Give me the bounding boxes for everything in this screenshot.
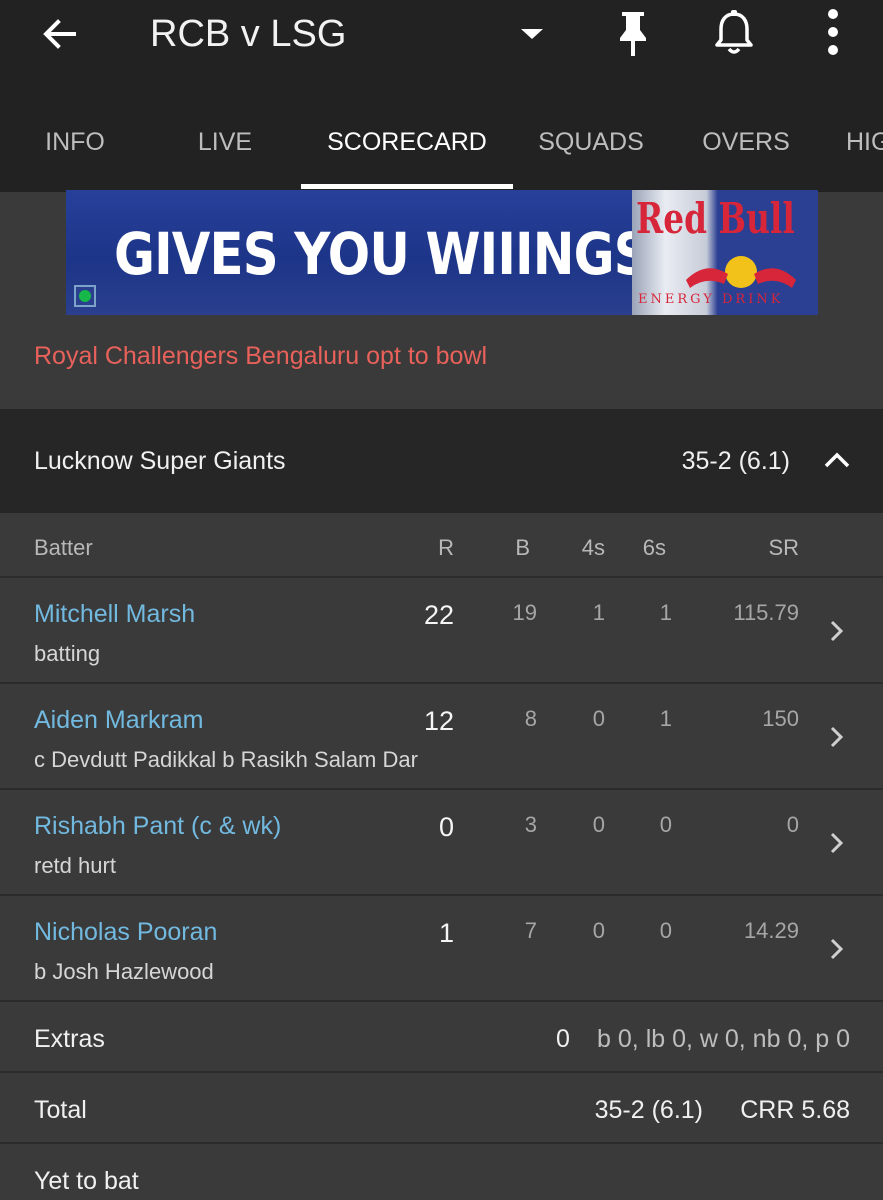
batter-fours: 0 xyxy=(592,918,605,943)
ad-brand: Red Bull xyxy=(636,194,795,243)
tab-live[interactable]: LIVE xyxy=(172,108,278,192)
current-run-rate: CRR 5.68 xyxy=(740,1096,850,1124)
batter-runs: 22 xyxy=(423,600,454,630)
chevron-right-icon[interactable] xyxy=(826,936,848,962)
chevron-up-icon[interactable] xyxy=(822,445,852,475)
batter-balls: 7 xyxy=(524,918,537,943)
chevron-right-icon[interactable] xyxy=(826,724,848,750)
batter-row[interactable]: Rishabh Pant (c & wk) retd hurt 0 3 0 0 … xyxy=(0,792,883,896)
app-bar: RCB v LSG INFO LIVE SCORECARD SQUADS OVE… xyxy=(0,0,883,192)
yet-to-bat-label: Yet to bat xyxy=(34,1167,139,1195)
batter-strike-rate: 14.29 xyxy=(743,918,799,943)
batter-sixes: 0 xyxy=(659,812,672,837)
batting-column-header: Batter R B 4s 6s SR xyxy=(0,514,883,578)
batter-runs: 0 xyxy=(438,812,454,842)
dropdown-caret-icon[interactable] xyxy=(518,20,546,48)
batter-sixes: 1 xyxy=(659,706,672,731)
batter-dismissal: batting xyxy=(34,641,101,666)
batter-balls: 8 xyxy=(524,706,537,731)
total-score: 35-2 (6.1) xyxy=(594,1096,703,1124)
ad-slogan: GIVES YOU WIIINGS. xyxy=(114,220,668,288)
batter-sixes: 1 xyxy=(659,600,672,625)
tab-scorecard[interactable]: SCORECARD xyxy=(301,108,513,192)
col-runs: R xyxy=(438,535,454,560)
ad-banner[interactable]: GIVES YOU WIIINGS. Red Bull ENERGY DRINK xyxy=(66,190,818,315)
batter-runs: 1 xyxy=(438,918,454,948)
batter-name[interactable]: Aiden Markram xyxy=(34,706,204,735)
ad-subtext: ENERGY DRINK xyxy=(638,292,784,307)
batter-row[interactable]: Aiden Markram c Devdutt Padikkal b Rasik… xyxy=(0,686,883,790)
yet-to-bat-row: Yet to bat xyxy=(0,1145,883,1200)
batter-fours: 0 xyxy=(592,812,605,837)
total-label: Total xyxy=(34,1096,87,1124)
batter-fours: 0 xyxy=(592,706,605,731)
bell-icon[interactable] xyxy=(710,8,758,58)
batter-name[interactable]: Rishabh Pant (c & wk) xyxy=(34,812,281,841)
col-fours: 4s xyxy=(581,535,605,560)
batter-dismissal: b Josh Hazlewood xyxy=(34,959,214,984)
tab-overs[interactable]: OVERS xyxy=(690,108,802,192)
batter-name[interactable]: Nicholas Pooran xyxy=(34,918,217,947)
team-score: 35-2 (6.1) xyxy=(681,447,790,475)
chevron-right-icon[interactable] xyxy=(826,830,848,856)
innings-header[interactable]: Lucknow Super Giants 35-2 (6.1) xyxy=(0,409,883,513)
total-row: Total 35-2 (6.1) CRR 5.68 xyxy=(0,1074,883,1144)
col-batter: Batter xyxy=(34,535,93,560)
extras-row: Extras 0 b 0, lb 0, w 0, nb 0, p 0 xyxy=(0,1003,883,1073)
batter-dismissal: c Devdutt Padikkal b Rasikh Salam Dar xyxy=(34,747,418,772)
col-balls: B xyxy=(515,535,530,560)
batter-balls: 19 xyxy=(512,600,537,625)
tab-bar: INFO LIVE SCORECARD SQUADS OVERS HIG xyxy=(0,108,883,192)
more-vert-icon[interactable] xyxy=(816,6,850,60)
ad-indicator-icon xyxy=(74,285,96,307)
team-name: Lucknow Super Giants xyxy=(34,447,286,475)
tab-highlights[interactable]: HIG xyxy=(846,108,883,192)
active-tab-indicator xyxy=(301,184,513,189)
col-strike-rate: SR xyxy=(768,535,799,560)
extras-label: Extras xyxy=(34,1025,105,1053)
back-arrow-icon[interactable] xyxy=(38,12,82,56)
batter-strike-rate: 0 xyxy=(786,812,799,837)
batter-row[interactable]: Nicholas Pooran b Josh Hazlewood 1 7 0 0… xyxy=(0,898,883,1002)
col-sixes: 6s xyxy=(642,535,666,560)
batter-strike-rate: 115.79 xyxy=(733,600,799,625)
extras-detail: b 0, lb 0, w 0, nb 0, p 0 xyxy=(597,1025,850,1053)
batter-strike-rate: 150 xyxy=(762,706,799,731)
batter-row[interactable]: Mitchell Marsh batting 22 19 1 1 115.79 xyxy=(0,580,883,684)
batter-balls: 3 xyxy=(524,812,537,837)
tab-squads[interactable]: SQUADS xyxy=(520,108,662,192)
ad-bulls-icon xyxy=(686,256,796,288)
match-title[interactable]: RCB v LSG xyxy=(150,12,346,56)
tab-info[interactable]: INFO xyxy=(22,108,128,192)
batter-dismissal: retd hurt xyxy=(34,853,116,878)
batter-fours: 1 xyxy=(592,600,605,625)
chevron-right-icon[interactable] xyxy=(826,618,848,644)
pin-icon[interactable] xyxy=(610,8,656,58)
toss-result: Royal Challengers Bengaluru opt to bowl xyxy=(34,342,488,370)
batter-runs: 12 xyxy=(423,706,454,736)
batter-sixes: 0 xyxy=(659,918,672,943)
batter-name[interactable]: Mitchell Marsh xyxy=(34,600,195,629)
extras-value: 0 xyxy=(556,1025,570,1053)
